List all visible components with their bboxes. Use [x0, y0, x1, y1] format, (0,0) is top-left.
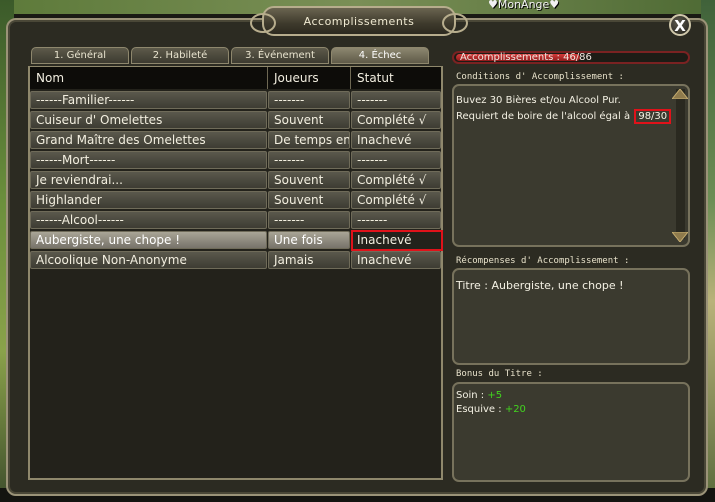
bonus-label-soin: Soin : — [456, 390, 485, 401]
row-name[interactable]: ------Familier------ — [30, 91, 267, 109]
bonus-item: Soin : +5 — [456, 390, 502, 401]
row-status[interactable]: ------- — [351, 211, 441, 229]
tab-habilete[interactable]: 2. Habileté — [131, 47, 229, 64]
bonus-label-esquive: Esquive : — [456, 404, 502, 415]
bonus-title: Bonus du Titre : — [456, 369, 543, 379]
condition-line-2: Requiert de boire de l'alcool égal à 98/… — [456, 109, 672, 124]
condition-line-2-prefix: Requiert de boire de l'alcool égal à — [456, 111, 631, 122]
row-name[interactable]: Aubergiste, une chope ! — [30, 231, 267, 249]
row-players[interactable]: ------- — [268, 151, 350, 169]
bonus-item: Esquive : +20 — [456, 404, 526, 415]
tab-general[interactable]: 1. Général — [31, 47, 129, 64]
row-name[interactable]: ------Alcool------ — [30, 211, 267, 229]
header-status[interactable]: Statut — [351, 67, 441, 89]
row-players[interactable]: Souvent — [268, 111, 350, 129]
reward-text: Titre : Aubergiste, une chope ! — [456, 279, 624, 292]
row-name[interactable]: ------Mort------ — [30, 151, 267, 169]
tab-echec[interactable]: 4. Échec — [331, 47, 429, 64]
condition-progress-value: 98/30 — [634, 109, 672, 124]
row-status[interactable]: Complété √ — [351, 191, 441, 209]
player-name-tag: ♥MonAnge♥ — [488, 0, 560, 11]
bonus-value-soin: +5 — [487, 390, 503, 401]
row-status[interactable]: Inachevé — [351, 251, 441, 269]
close-button[interactable]: X — [669, 14, 691, 36]
row-name[interactable]: Je reviendrai... — [30, 171, 267, 189]
row-name[interactable]: Grand Maître des Omelettes — [30, 131, 267, 149]
row-status[interactable]: Complété √ — [351, 171, 441, 189]
row-players[interactable]: Jamais — [268, 251, 350, 269]
conditions-title: Conditions d' Accomplissement : — [456, 72, 624, 82]
row-players[interactable]: ------- — [268, 91, 350, 109]
conditions-scrollbar[interactable] — [676, 89, 685, 239]
scroll-up-arrow-icon[interactable] — [672, 89, 688, 99]
row-players[interactable]: De temps en — [268, 131, 350, 149]
row-status[interactable]: ------- — [351, 91, 441, 109]
header-name[interactable]: Nom — [30, 67, 268, 89]
tab-evenement[interactable]: 3. Événement — [231, 47, 329, 64]
row-name[interactable]: Alcoolique Non-Anonyme — [30, 251, 267, 269]
row-players[interactable]: Souvent — [268, 171, 350, 189]
row-status[interactable]: Inachevé — [351, 131, 441, 149]
status-highlight — [351, 230, 443, 251]
header-players[interactable]: Joueurs — [268, 67, 351, 89]
row-name[interactable]: Cuiseur d' Omelettes — [30, 111, 267, 129]
scroll-down-arrow-icon[interactable] — [672, 232, 688, 242]
condition-line-1: Buvez 30 Bières et/ou Alcool Pur. — [456, 95, 621, 106]
row-players[interactable]: ------- — [268, 211, 350, 229]
window-title: Accomplissements — [303, 15, 415, 28]
progress-label: Accomplissements : 46/86 — [460, 52, 592, 63]
row-players[interactable]: Une fois — [268, 231, 350, 249]
window-title-plate[interactable]: Accomplissements — [250, 6, 468, 36]
rewards-title: Récompenses d' Accomplissement : — [456, 256, 630, 266]
row-name[interactable]: Highlander — [30, 191, 267, 209]
bonus-value-esquive: +20 — [504, 404, 526, 415]
row-status[interactable]: Complété √ — [351, 111, 441, 129]
row-status[interactable]: ------- — [351, 151, 441, 169]
row-players[interactable]: Souvent — [268, 191, 350, 209]
